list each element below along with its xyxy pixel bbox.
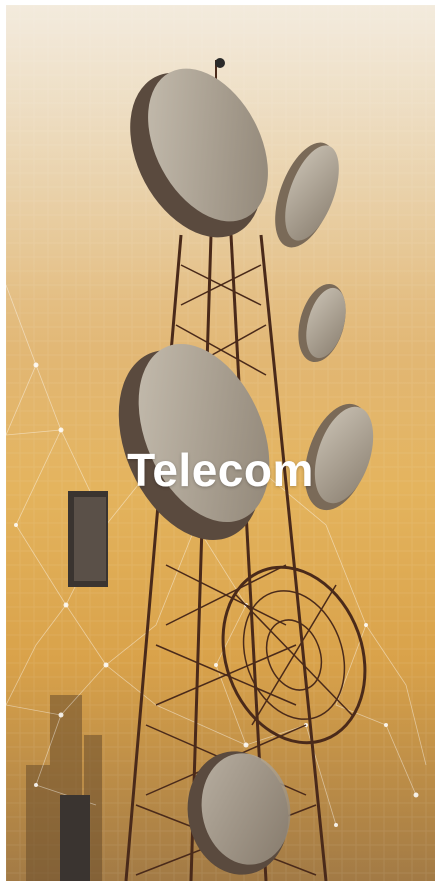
beacon-light — [215, 58, 225, 68]
telecom-banner-card[interactable]: Telecom — [6, 5, 435, 881]
panel-antenna-left — [68, 491, 108, 587]
banner-title: Telecom — [127, 444, 314, 496]
panel-antenna-bottom-left — [60, 795, 90, 881]
